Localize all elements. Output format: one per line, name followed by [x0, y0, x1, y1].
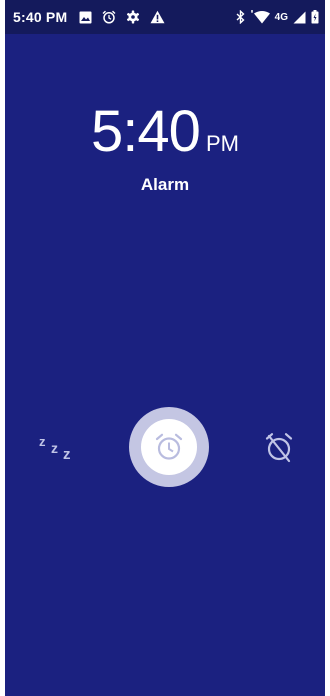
snooze-z: z: [63, 446, 71, 463]
signal-icon: [293, 11, 306, 24]
dismiss-alarm-button[interactable]: [129, 407, 209, 487]
alarm-clock-icon: [154, 432, 184, 462]
dismiss-alarm-handle[interactable]: [141, 419, 197, 475]
status-bar: 5:40 PM 4G: [5, 0, 325, 34]
alarm-time: 5:40: [91, 99, 201, 164]
snooze-icon[interactable]: z z z: [37, 432, 81, 466]
battery-icon: [311, 10, 319, 24]
wifi-icon: [250, 10, 270, 24]
alarm-off-icon[interactable]: [264, 431, 294, 463]
image-icon: [79, 11, 92, 24]
status-right: 4G: [236, 9, 319, 25]
alarm-clock-display: 5:40 PM: [5, 98, 325, 165]
status-left: 5:40 PM: [13, 9, 165, 25]
warning-icon: [150, 10, 165, 24]
status-time: 5:40 PM: [13, 9, 68, 25]
bluetooth-icon: [236, 10, 245, 24]
alarm-ampm: PM: [205, 131, 239, 156]
alarm-label: Alarm: [140, 175, 190, 194]
snooze-z: z: [51, 440, 58, 456]
snooze-z: z: [39, 434, 46, 449]
network-type-label: 4G: [274, 11, 288, 23]
alarm-screen: 5:40 PM 4G 5:40 PM Alarm z z z: [5, 0, 325, 696]
settings-gear-icon: [126, 10, 140, 24]
alarm-clock-icon: [102, 10, 116, 24]
